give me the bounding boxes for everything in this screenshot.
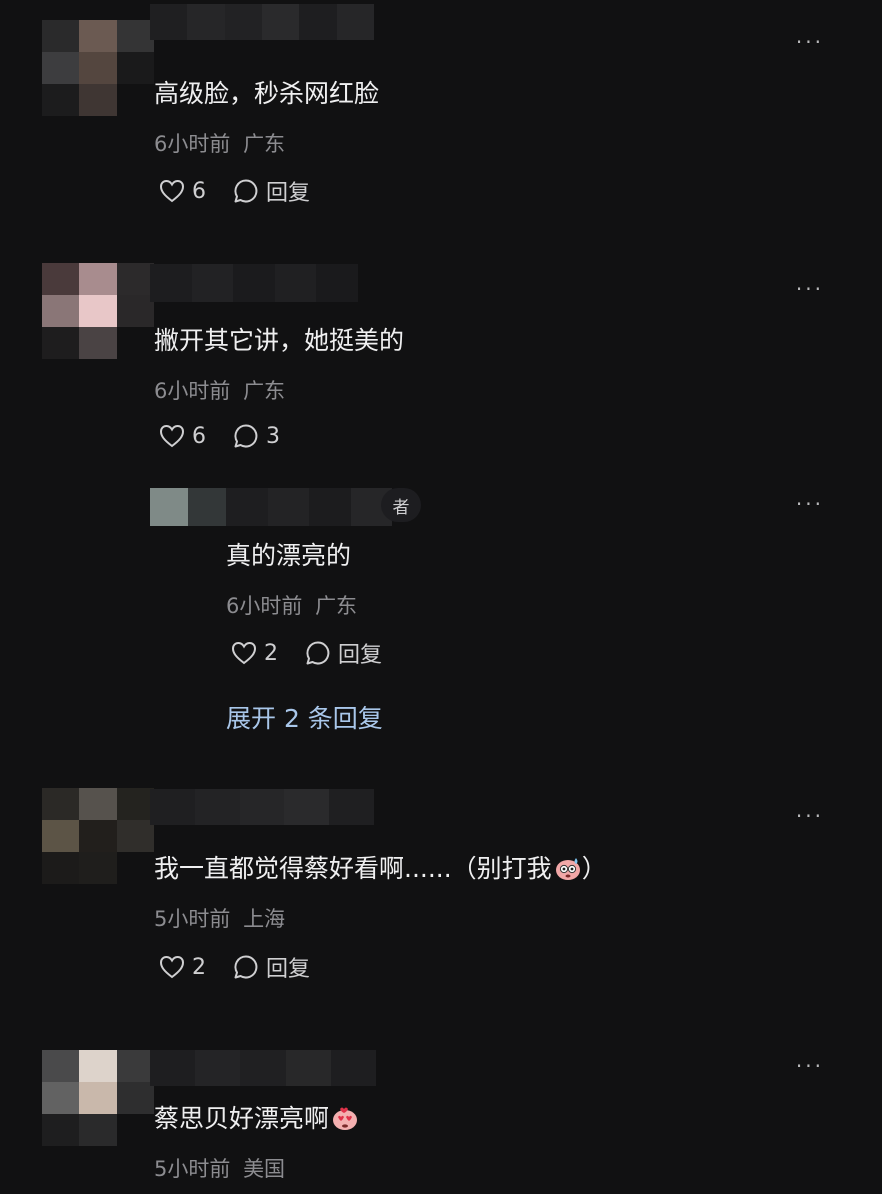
reply-time: 6小时前 — [226, 594, 303, 618]
username-blurred[interactable] — [226, 488, 392, 526]
more-options-button[interactable]: ··· — [796, 492, 824, 516]
like-count: 6 — [192, 423, 206, 449]
comment-text: 高级脸，秒杀网红脸 — [154, 79, 380, 108]
like-button[interactable]: 2 — [230, 640, 278, 666]
avatar[interactable] — [42, 20, 154, 116]
comment-meta: 5小时前 上海 — [154, 903, 285, 933]
comment-location: 上海 — [243, 907, 286, 931]
comment-time: 5小时前 — [154, 907, 231, 931]
reply-button[interactable]: 3 — [232, 422, 280, 450]
comment-location: 美国 — [243, 1157, 286, 1181]
heart-icon — [159, 955, 185, 979]
like-button[interactable]: 6 — [158, 178, 206, 204]
heart-icon — [159, 179, 185, 203]
comment-text: 撇开其它讲，她挺美的 — [154, 326, 405, 355]
reply-button[interactable]: 回复 — [232, 175, 310, 207]
comment-bubble-icon — [234, 424, 258, 448]
comment-location: 广东 — [243, 379, 286, 403]
avatar[interactable] — [42, 263, 154, 359]
reply-text: 真的漂亮的 — [226, 541, 352, 570]
reply-button[interactable]: 回复 — [304, 637, 382, 669]
comment-bubble-icon — [306, 641, 330, 665]
comment-time: 6小时前 — [154, 132, 231, 156]
comment-time: 5小时前 — [154, 1157, 231, 1181]
comment-text: 我一直都觉得蔡好看啊......（别打我 ） — [154, 849, 607, 885]
like-button[interactable]: 6 — [158, 423, 206, 449]
expand-replies-link[interactable]: 展开 2 条回复 — [226, 699, 383, 735]
reply-label: 回复 — [338, 643, 383, 668]
comment-text-main: 蔡思贝好漂亮啊 — [154, 1104, 330, 1133]
comment-bubble-icon — [234, 955, 258, 979]
comment-meta: 6小时前 广东 — [154, 375, 285, 405]
more-options-button[interactable]: ··· — [796, 804, 824, 828]
comment-meta: 6小时前 广东 — [154, 128, 285, 158]
username-blurred[interactable] — [150, 4, 374, 40]
comment-actions: 6 回复 — [158, 175, 336, 207]
username-blurred[interactable] — [150, 264, 358, 302]
comment-text: 蔡思贝好漂亮啊 — [154, 1099, 359, 1135]
like-button[interactable]: 2 — [158, 954, 206, 980]
like-count: 6 — [192, 178, 206, 204]
more-options-button[interactable]: ··· — [796, 277, 824, 301]
sweat-face-emoji — [555, 858, 580, 880]
like-count: 2 — [264, 640, 278, 666]
comment-text-end: ） — [581, 854, 607, 883]
author-badge: 者 — [381, 488, 421, 522]
comment-bubble-icon — [234, 179, 258, 203]
like-count: 2 — [192, 954, 206, 980]
reply-location: 广东 — [315, 594, 358, 618]
comment-actions: 2 回复 — [158, 951, 336, 983]
heart-icon — [159, 424, 185, 448]
reply-actions: 2 回复 — [230, 637, 408, 669]
comment-text-main: 我一直都觉得蔡好看啊......（别打我 — [154, 854, 552, 883]
avatar[interactable] — [42, 788, 154, 884]
reply-meta: 6小时前 广东 — [226, 590, 357, 620]
reply-label: 回复 — [266, 957, 311, 982]
reply-count: 3 — [266, 423, 280, 449]
reply-button[interactable]: 回复 — [232, 951, 310, 983]
heart-icon — [231, 641, 257, 665]
reply-label: 回复 — [266, 181, 311, 206]
username-blurred[interactable] — [150, 1050, 377, 1086]
comment-time: 6小时前 — [154, 379, 231, 403]
username-blurred[interactable] — [150, 789, 374, 825]
heart-eyes-face-emoji — [333, 1107, 358, 1130]
avatar[interactable] — [42, 1050, 154, 1146]
comment-actions: 6 3 — [158, 422, 306, 450]
avatar[interactable] — [150, 488, 226, 526]
comment-meta: 5小时前 美国 — [154, 1153, 285, 1183]
comment-location: 广东 — [243, 132, 286, 156]
more-options-button[interactable]: ··· — [796, 30, 824, 54]
more-options-button[interactable]: ··· — [796, 1054, 824, 1078]
